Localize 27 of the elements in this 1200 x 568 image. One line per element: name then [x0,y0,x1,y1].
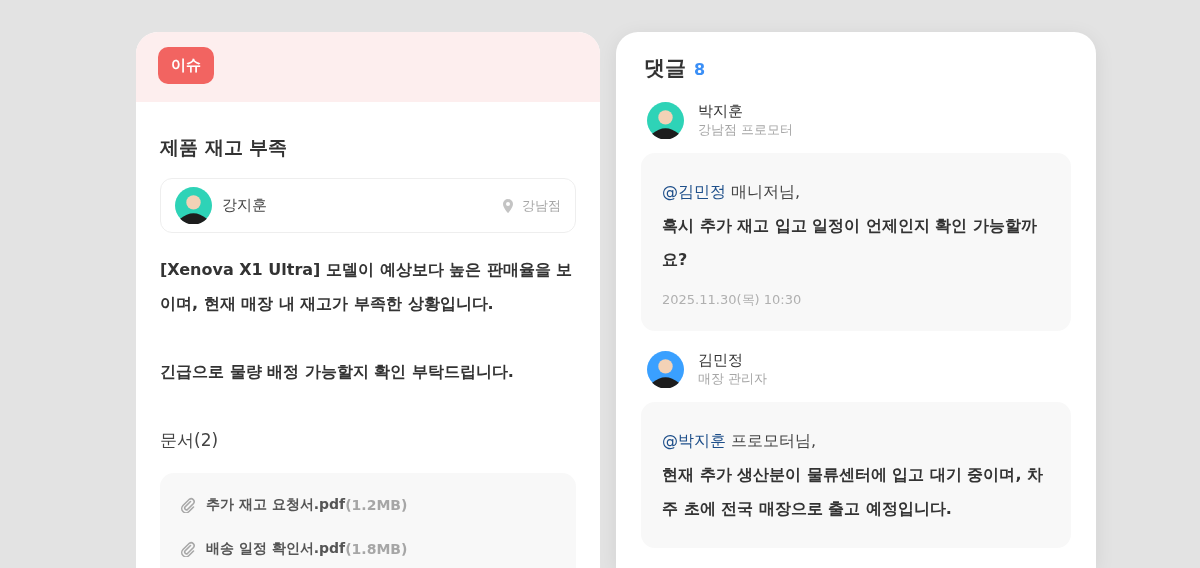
document-size: (1.8MB) [345,541,408,557]
location-pin-icon [500,197,516,214]
author-name: 강지훈 [222,196,267,215]
paperclip-icon [180,497,196,513]
issue-paragraph: 긴급으로 물량 배정 가능할지 확인 부탁드립니다. [160,361,515,383]
document-link[interactable]: 배송 일정 확인서.pdf [206,540,346,558]
comment-text: 혹시 추가 재고 입고 일정이 언제인지 확인 가능할까요? [662,215,1038,271]
comment-count: 8 [694,60,706,79]
comment-text: 현재 추가 생산분이 물류센터에 입고 대기 중이며, 차주 초에 전국 매장으로 출고 예정입니다. [662,464,1045,520]
comments-title: 댓글 [644,55,686,82]
commenter-name: 박지훈 [698,102,744,121]
issue-badge: 이슈 [158,47,214,84]
comment-time: 2025.11.30(목) 10:30 [662,291,803,309]
store-name: 강남점 [522,196,561,215]
mention-link[interactable]: @박지훈 [662,424,726,458]
commenter-role: 강남점 프로모터 [698,121,794,139]
document-size: (1.2MB) [345,497,408,513]
comment-greeting: 프로모터님, [731,430,817,452]
comment-greeting: 매니저님, [731,181,801,203]
mention-link[interactable]: @김민정 [662,175,726,209]
issue-title: 제품 재고 부족 [160,135,289,160]
documents-label: 문서(2) [160,429,220,452]
paperclip-icon [180,541,196,557]
issue-paragraph: [Xenova X1 Ultra] 모델이 예상보다 높은 판매율을 보이며, 현재 매장 내 재고가 부족한 상황입니다. [160,259,574,315]
commenter-role: 매장 관리자 [698,370,768,388]
commenter-name: 김민정 [698,351,744,370]
document-link[interactable]: 추가 재고 요청서.pdf [206,496,346,514]
